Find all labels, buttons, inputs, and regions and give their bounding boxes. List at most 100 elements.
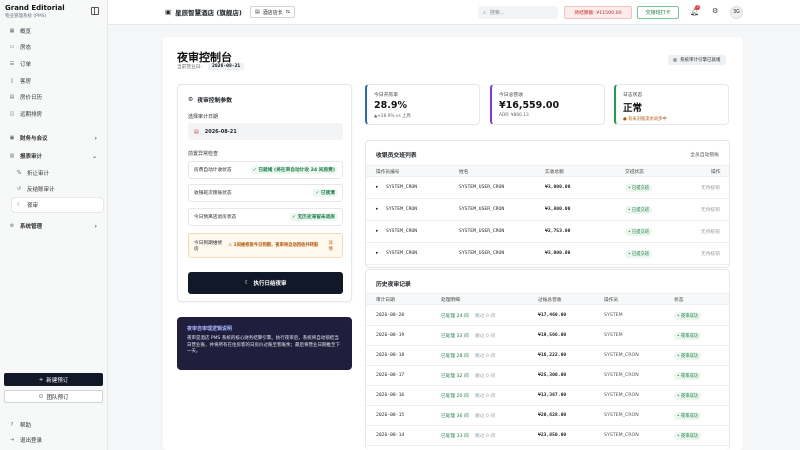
audit-params-title: ⚙ 夜审控制参数 — [188, 95, 232, 105]
operator: SYSTEM_CRON — [604, 413, 639, 418]
swap-icon: ⇆ — [285, 9, 290, 15]
sidebar-item-night-audit[interactable]: ☾ 夜审 — [12, 198, 103, 212]
group-icon: ⚇ — [38, 393, 44, 400]
sidebar-item-forward-planning[interactable]: ◫ 远期排房 — [5, 107, 103, 121]
table-row[interactable]: 2026-08-17 已处理 32 间 跳过 0 间 ¥25,300.00 SY… — [366, 366, 729, 386]
sidebar-item-overview[interactable]: ▦ 概览 — [5, 24, 103, 38]
table-row[interactable]: ▸ SYSTEM_CRON SYSTEM_USER_CRON ¥3,800.00… — [366, 200, 729, 221]
history-status-badge: • 夜审成功 — [674, 332, 702, 340]
operator-id: SYSTEM_CRON — [386, 207, 418, 212]
revenue: ¥23,850.00 — [538, 433, 567, 438]
sidebar-item-label: 夜审 — [27, 203, 39, 209]
check-label: 房费自动计收状态 — [194, 168, 232, 173]
sidebar-item-orders[interactable]: ☰ 订单 — [5, 57, 103, 71]
engine-status-badge: 系统审计引擎已就绪 — [668, 55, 726, 65]
skipped-count: 跳过 0 间 — [475, 394, 496, 399]
shift-status-text: 已提交班 — [631, 252, 650, 257]
table-row[interactable]: ▸ SYSTEM_CRON SYSTEM_USER_CRON ¥3,000.00… — [366, 244, 729, 265]
table-row[interactable]: ▸ SYSTEM_CRON SYSTEM_USER_CRON ¥3,000.00… — [366, 178, 729, 199]
role-label: 酒店店长 — [262, 9, 283, 16]
avatar[interactable]: 3G — [730, 6, 743, 19]
sidebar-item-rate-calendar[interactable]: ▤ 房价日历 — [5, 90, 103, 104]
auto-lock-label: 全员自动锁账 — [690, 153, 719, 158]
new-booking-label: 新建预订 — [46, 377, 69, 384]
history-status-badge: • 夜审成功 — [674, 412, 702, 420]
brand: Grand Editorial 物业管理系统 (PMS) — [5, 4, 65, 19]
audit-params-card: ⚙ 夜审控制参数 选择审计日期 ▤ 2026-08-21 前置异常检查 房费自动计收… — [177, 84, 352, 302]
check-status: ✓ 已锁清 — [313, 189, 337, 197]
bed-icon: ▭ — [9, 44, 15, 50]
pending-settlement-badge[interactable]: 待结算额: ¥11500.00 — [564, 6, 632, 19]
check-maintenance: 今日到期维修房 ⚠ 1间维修房今日到期，夜审将自动回收并转脏 详情 — [188, 233, 343, 258]
audit-date-value: 2026-08-21 — [204, 128, 237, 135]
sidebar-item-room-status[interactable]: ▭ 房态 — [5, 40, 103, 54]
sidebar-group-audit[interactable]: ▥ 报表审计 ⌄ — [5, 149, 103, 163]
table-row[interactable]: ▸ SYSTEM_CRON SYSTEM_USER_CRON ¥2,753.00… — [366, 222, 729, 243]
expand-icon[interactable]: ▸ — [376, 185, 378, 190]
revenue: ¥17,460.00 — [538, 313, 567, 318]
mechanism-info-card: 夜审自审理逻辑说明 夜审是酒店 PMS 系统的核心财务结算引擎。执行夜审后，系统… — [177, 317, 352, 370]
history-status-badge: • 夜审成功 — [674, 372, 702, 380]
new-booking-button[interactable]: + 新建预订 — [4, 373, 103, 386]
sidebar-item-label: 折让审计 — [27, 171, 50, 177]
operator: SYSTEM_CRON — [604, 373, 639, 378]
sidebar-item-rooms[interactable]: ▯ 客房 — [5, 74, 103, 88]
help-icon: ? — [10, 422, 14, 428]
sidebar-item-help[interactable]: ? 帮助 — [5, 418, 103, 432]
col-header: 操作 — [711, 170, 721, 175]
col-header: 姓名 — [459, 170, 469, 175]
table-row[interactable]: 2026-08-16 已处理 20 间 跳过 0 间 ¥13,387.00 SY… — [366, 386, 729, 406]
shift-status-text: 已提交班 — [631, 230, 650, 235]
table-row[interactable]: 2026-08-15 已处理 36 间 跳过 0 间 ¥20,628.00 SY… — [366, 406, 729, 426]
brand-subtitle: 物业管理系统 (PMS) — [5, 14, 47, 19]
history-status-text: 夜审成功 — [680, 334, 699, 339]
check-label: 收银班次锁账状态 — [194, 191, 232, 196]
settings-gear-icon[interactable]: ⚙ — [712, 7, 718, 15]
sidebar-item-logout[interactable]: ⇥ 退出登录 — [5, 433, 103, 447]
expand-icon[interactable]: ▸ — [376, 251, 378, 256]
group-booking-button[interactable]: ⚇ 团队预订 — [4, 390, 103, 403]
hotel-selector[interactable]: ▣ 星辰智慧酒店 (旗舰店) — [165, 7, 242, 17]
table-row[interactable]: 2026-08-18 已处理 28 间 跳过 0 间 ¥16,222.00 SY… — [366, 346, 729, 366]
operator: SYSTEM_CRON — [604, 353, 639, 358]
expand-icon[interactable]: ▸ — [376, 229, 378, 234]
stat-label: 日志状态 — [623, 93, 643, 98]
processed-count: 已处理 24 间 — [441, 314, 469, 319]
bell-icon[interactable]: 🔔︎ 3 — [690, 5, 700, 16]
percent-icon: % — [16, 170, 22, 176]
chevron-right-icon: › — [94, 134, 97, 142]
skipped-count: 跳过 0 间 — [475, 334, 496, 339]
role-switch[interactable]: ▤ 酒店店长 ⇆ — [250, 6, 295, 18]
processed-count: 已处理 33 间 — [441, 334, 469, 339]
audit-params-title-text: 夜审控制参数 — [197, 98, 232, 104]
revenue: ¥25,300.00 — [538, 373, 567, 378]
audit-date-field[interactable]: ▤ 2026-08-21 — [188, 123, 343, 140]
sidebar-item-label: 反结账审计 — [27, 187, 55, 193]
history-status-badge: • 夜审成功 — [674, 352, 702, 360]
sidebar-group-finance[interactable]: ▣ 财务与会议 › — [5, 131, 103, 145]
revenue: ¥16,222.00 — [538, 353, 567, 358]
sidebar-item-reverse-audit[interactable]: ↺ 反结账审计 — [12, 182, 103, 196]
handover-button[interactable]: 交接班打卡 — [637, 6, 679, 19]
run-night-audit-button[interactable]: ☾ 执行日结夜审 — [188, 272, 343, 294]
pending-text: 待结算额: ¥11500.00 — [574, 10, 622, 16]
sidebar-group-system[interactable]: ⚙ 系统管理 › — [5, 219, 103, 233]
stat-revenue: 今日总营收 ¥16,559.00 ADR: ¥860.13 — [490, 84, 605, 125]
business-date: 当前营业日: 2026-08-21 — [177, 63, 245, 70]
stat-log-status: 日志状态 正常 ● 有未对账流水同步中 — [614, 84, 729, 125]
history-status-badge: • 夜审成功 — [674, 312, 702, 320]
sidebar-collapse-icon[interactable] — [91, 7, 99, 15]
skipped-count: 跳过 0 间 — [475, 314, 496, 319]
gear-icon: ⚙ — [9, 223, 15, 229]
sidebar-item-discount-audit[interactable]: % 折让审计 — [12, 166, 103, 180]
grid-icon: ▦ — [9, 28, 15, 34]
details-link[interactable]: 详情 — [329, 240, 337, 252]
table-row[interactable]: 2026-08-14 已处理 33 间 跳过 0 间 ¥23,850.00 SY… — [366, 426, 729, 446]
audit-date: 2026-08-20 — [376, 313, 405, 318]
search-input[interactable]: ⌕ 搜索... — [478, 6, 558, 19]
expand-icon[interactable]: ▸ — [376, 207, 378, 212]
search-icon: ⌕ — [483, 9, 486, 16]
table-row[interactable]: 2026-08-20 已处理 24 间 跳过 0 间 ¥17,460.00 SY… — [366, 306, 729, 326]
table-row[interactable]: 2026-08-19 已处理 33 间 跳过 0 间 ¥19,566.00 SY… — [366, 326, 729, 346]
sidebar-item-label: 退出登录 — [20, 438, 43, 444]
